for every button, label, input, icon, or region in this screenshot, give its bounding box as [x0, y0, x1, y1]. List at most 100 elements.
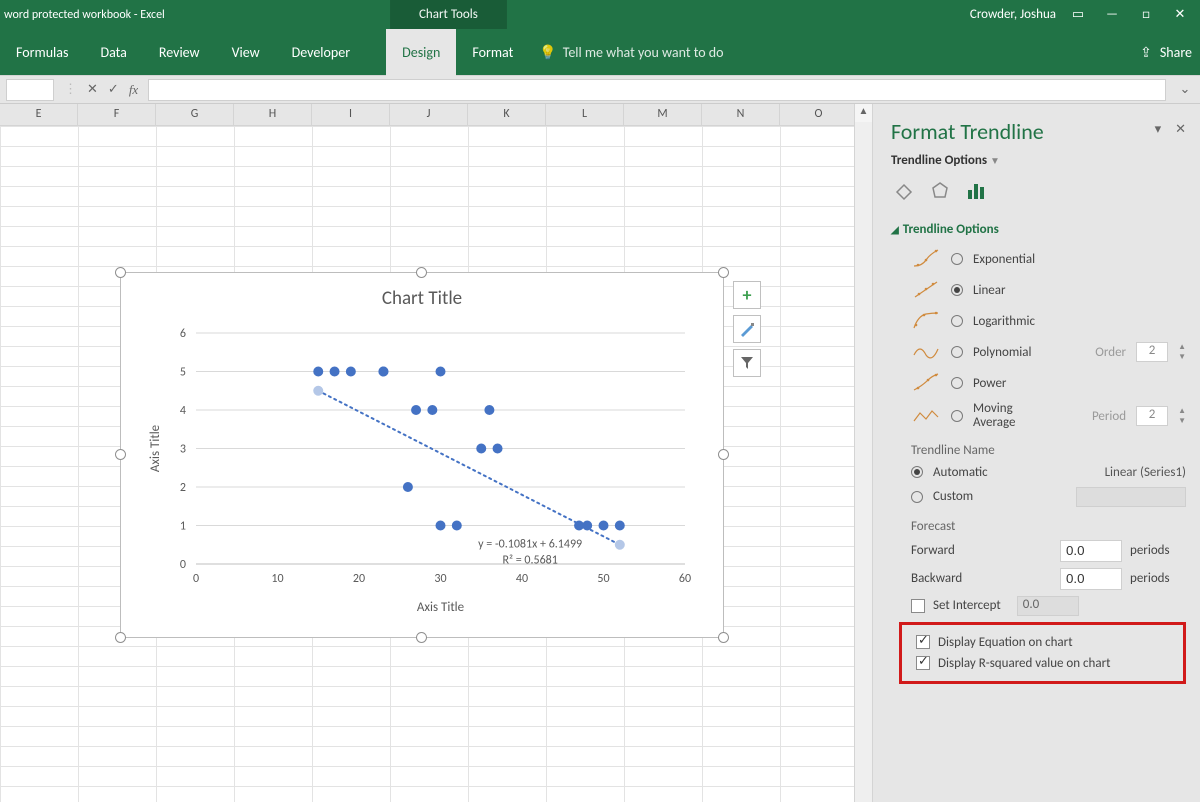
column-header[interactable]: G — [156, 104, 234, 125]
lightbulb-icon: 💡 — [539, 44, 556, 61]
column-header[interactable]: F — [78, 104, 156, 125]
trendline-type-moving-average[interactable]: Moving Average Period 2 ▲▼ — [911, 402, 1186, 431]
cancel-formula-icon[interactable]: ✕ — [87, 82, 98, 97]
svg-text:4: 4 — [180, 404, 186, 418]
polynomial-order-input[interactable]: 2 — [1136, 342, 1168, 362]
title-bar: word protected workbook - Excel Chart To… — [0, 0, 1200, 29]
forecast-forward-row: Forward periods — [911, 540, 1186, 562]
checkbox[interactable] — [911, 599, 925, 613]
radio[interactable] — [951, 346, 963, 358]
name-box[interactable] — [6, 79, 54, 101]
fill-and-line-tab-icon[interactable] — [891, 178, 917, 204]
chart-plot-area[interactable]: 01234560102030405060Axis TitleAxis Title… — [141, 323, 705, 619]
expand-formula-bar-icon[interactable]: ⌄ — [1176, 82, 1194, 97]
tell-me-search[interactable]: 💡 Tell me what you want to do — [539, 44, 723, 61]
svg-text:y = -0.1081x + 6.1499: y = -0.1081x + 6.1499 — [478, 538, 582, 552]
chart-filters-button[interactable] — [733, 349, 761, 377]
tab-design[interactable]: Design — [386, 29, 456, 76]
tab-format[interactable]: Format — [456, 29, 529, 76]
share-icon: ⇪ — [1140, 44, 1152, 61]
vertical-scrollbar[interactable]: ▲ — [854, 104, 872, 802]
column-header[interactable]: I — [312, 104, 390, 125]
column-header[interactable]: L — [546, 104, 624, 125]
radio[interactable] — [951, 284, 963, 296]
trendline-options-section[interactable]: ◢Trendline Options — [891, 222, 1186, 237]
polynomial-icon — [911, 340, 941, 364]
chart-styles-button[interactable] — [733, 315, 761, 343]
set-intercept-row[interactable]: Set Intercept 0.0 — [911, 596, 1186, 616]
display-r-squared-row[interactable]: Display R-squared value on chart — [916, 656, 1181, 671]
radio[interactable] — [911, 466, 923, 478]
trendline-name-custom[interactable]: Custom — [911, 487, 1186, 507]
maximize-button[interactable]: □ — [1134, 0, 1158, 29]
moving-average-period-input[interactable]: 2 — [1136, 406, 1168, 426]
radio[interactable] — [951, 377, 963, 389]
intercept-value-input[interactable]: 0.0 — [1017, 596, 1079, 616]
checkbox[interactable] — [916, 635, 930, 649]
share-button[interactable]: Share — [1160, 44, 1192, 61]
taskpane-close-icon[interactable]: ✕ — [1175, 122, 1186, 137]
embedded-chart[interactable]: Chart Title + 01234560102030405060Axis T… — [120, 272, 724, 638]
tab-formulas[interactable]: Formulas — [0, 29, 84, 76]
resize-handle[interactable] — [115, 267, 126, 278]
forward-input[interactable] — [1060, 540, 1122, 562]
radio[interactable] — [951, 253, 963, 265]
resize-handle[interactable] — [115, 449, 126, 460]
radio[interactable] — [951, 410, 963, 422]
column-header[interactable]: H — [234, 104, 312, 125]
backward-input[interactable] — [1060, 568, 1122, 590]
spinner-icon[interactable]: ▲▼ — [1178, 342, 1186, 362]
forecast-backward-row: Backward periods — [911, 568, 1186, 590]
checkbox[interactable] — [916, 656, 930, 670]
svg-text:0: 0 — [193, 572, 199, 586]
column-header[interactable]: N — [702, 104, 780, 125]
radio[interactable] — [951, 315, 963, 327]
resize-handle[interactable] — [718, 632, 729, 643]
tab-review[interactable]: Review — [143, 29, 216, 76]
resize-handle[interactable] — [416, 632, 427, 643]
trendline-type-polynomial[interactable]: Polynomial Order 2 ▲▼ — [911, 340, 1186, 364]
svg-text:3: 3 — [180, 443, 186, 457]
insert-function-button[interactable]: fx — [129, 82, 138, 98]
column-header[interactable]: K — [468, 104, 546, 125]
trendline-options-tab-icon[interactable] — [963, 178, 989, 204]
spinner-icon[interactable]: ▲▼ — [1178, 406, 1186, 426]
trendline-type-linear[interactable]: Linear — [911, 278, 1186, 302]
svg-text:60: 60 — [679, 572, 691, 586]
trendline-name-automatic[interactable]: Automatic Linear (Series1) — [911, 465, 1186, 480]
column-header[interactable]: J — [390, 104, 468, 125]
enter-formula-icon[interactable]: ✓ — [108, 82, 119, 97]
tab-view[interactable]: View — [216, 29, 276, 76]
column-header[interactable]: M — [624, 104, 702, 125]
chart-title[interactable]: Chart Title — [121, 287, 723, 310]
resize-handle[interactable] — [718, 449, 729, 460]
resize-handle[interactable] — [718, 267, 729, 278]
minimize-button[interactable]: — — [1100, 0, 1124, 29]
ribbon-display-options-icon[interactable]: ▭ — [1066, 0, 1090, 29]
effects-tab-icon[interactable] — [927, 178, 953, 204]
scroll-up-icon[interactable]: ▲ — [855, 104, 872, 122]
trendline-type-exponential[interactable]: Exponential — [911, 247, 1186, 271]
taskpane-selector[interactable]: Trendline Options ▼ — [891, 153, 1186, 168]
trendline-type-logarithmic[interactable]: Logarithmic — [911, 309, 1186, 333]
user-name[interactable]: Crowder, Joshua — [970, 0, 1056, 29]
svg-text:0: 0 — [180, 558, 186, 572]
formula-input[interactable] — [148, 79, 1166, 101]
taskpane-options-icon[interactable]: ▾ — [1155, 122, 1162, 137]
tab-developer[interactable]: Developer — [276, 29, 366, 76]
spreadsheet-grid[interactable]: EFGHIJKLMNO Chart Title + 01234560102030… — [0, 104, 854, 802]
trendline-type-power[interactable]: Power — [911, 371, 1186, 395]
column-header[interactable]: O — [780, 104, 858, 125]
display-equation-row[interactable]: Display Equation on chart — [916, 635, 1181, 650]
close-button[interactable]: ✕ — [1168, 0, 1192, 29]
format-trendline-pane: ▾ ✕ Format Trendline Trendline Options ▼… — [872, 104, 1200, 802]
custom-name-input[interactable] — [1076, 487, 1186, 507]
svg-text:1: 1 — [180, 520, 186, 534]
column-header[interactable]: E — [0, 104, 78, 125]
tab-data[interactable]: Data — [84, 29, 142, 76]
chart-elements-button[interactable]: + — [733, 281, 761, 309]
resize-handle[interactable] — [115, 632, 126, 643]
resize-handle[interactable] — [416, 267, 427, 278]
radio[interactable] — [911, 491, 923, 503]
svg-text:20: 20 — [353, 572, 365, 586]
